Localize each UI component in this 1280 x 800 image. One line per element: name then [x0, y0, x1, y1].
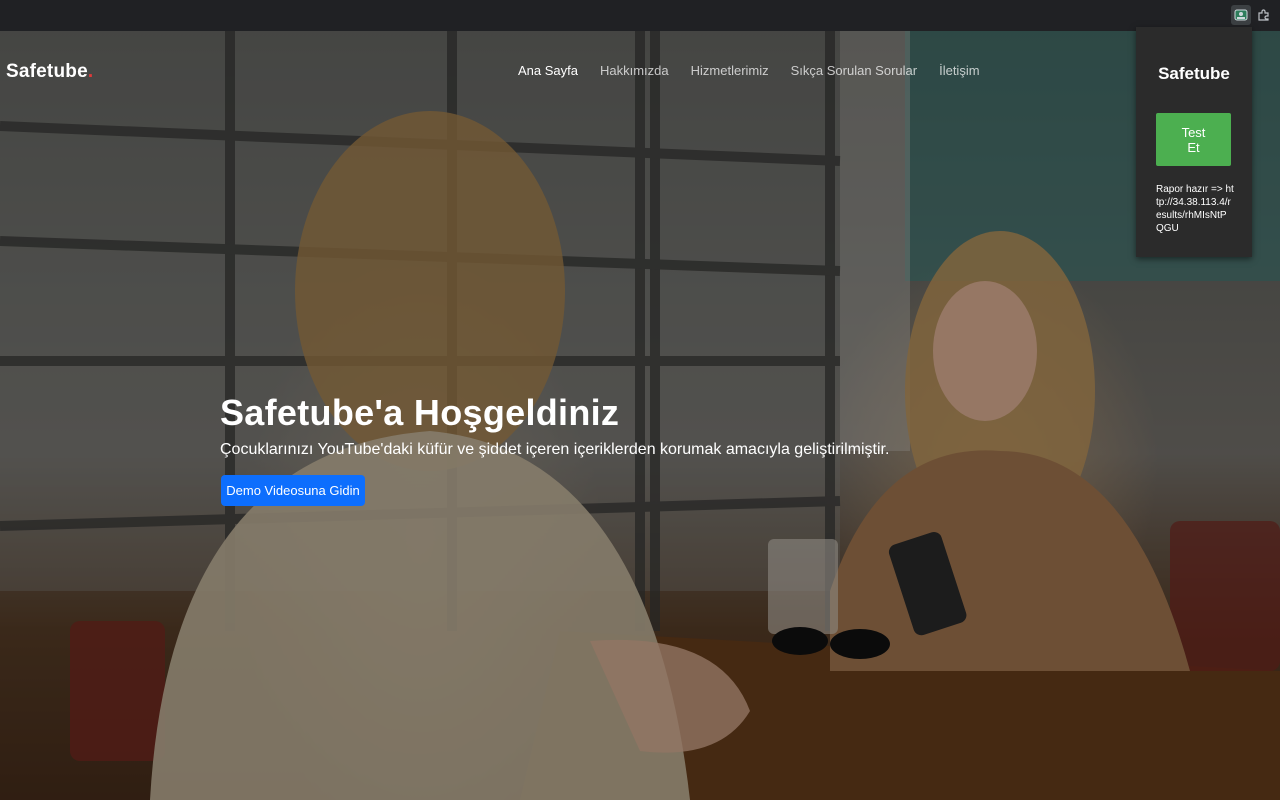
nav-item-contact[interactable]: İletişim: [939, 63, 979, 78]
hero-section: [0, 31, 1280, 800]
test-button[interactable]: Test Et: [1156, 113, 1231, 166]
popup-title: Safetube: [1158, 64, 1230, 83]
demo-video-button[interactable]: Demo Videosuna Gidin: [221, 475, 365, 506]
site-logo[interactable]: Safetube.: [6, 61, 93, 83]
hero-subtitle: Çocuklarınızı YouTube'daki küfür ve şidd…: [220, 441, 890, 458]
nav-item-services[interactable]: Hizmetlerimiz: [691, 63, 769, 78]
brand-dot: .: [87, 61, 94, 82]
extension-popup: Safetube Test Et Rapor hazır => http://3…: [1136, 27, 1252, 257]
nav-item-about[interactable]: Hakkımızda: [600, 63, 669, 78]
nav-item-home[interactable]: Ana Sayfa: [518, 63, 578, 78]
report-link[interactable]: Rapor hazır => http://34.38.113.4/result…: [1156, 183, 1234, 235]
browser-toolbar: [0, 0, 1280, 31]
hero-title: Safetube'a Hoşgeldiniz: [220, 392, 620, 433]
puzzle-icon[interactable]: [1254, 5, 1274, 25]
main-nav: Ana Sayfa Hakkımızda Hizmetlerimiz Sıkça…: [518, 63, 980, 78]
brand-name: Safetube: [6, 61, 88, 82]
safetube-extension-icon[interactable]: [1231, 5, 1251, 25]
hero-overlay: [0, 31, 1280, 800]
nav-item-faq[interactable]: Sıkça Sorulan Sorular: [791, 63, 917, 78]
